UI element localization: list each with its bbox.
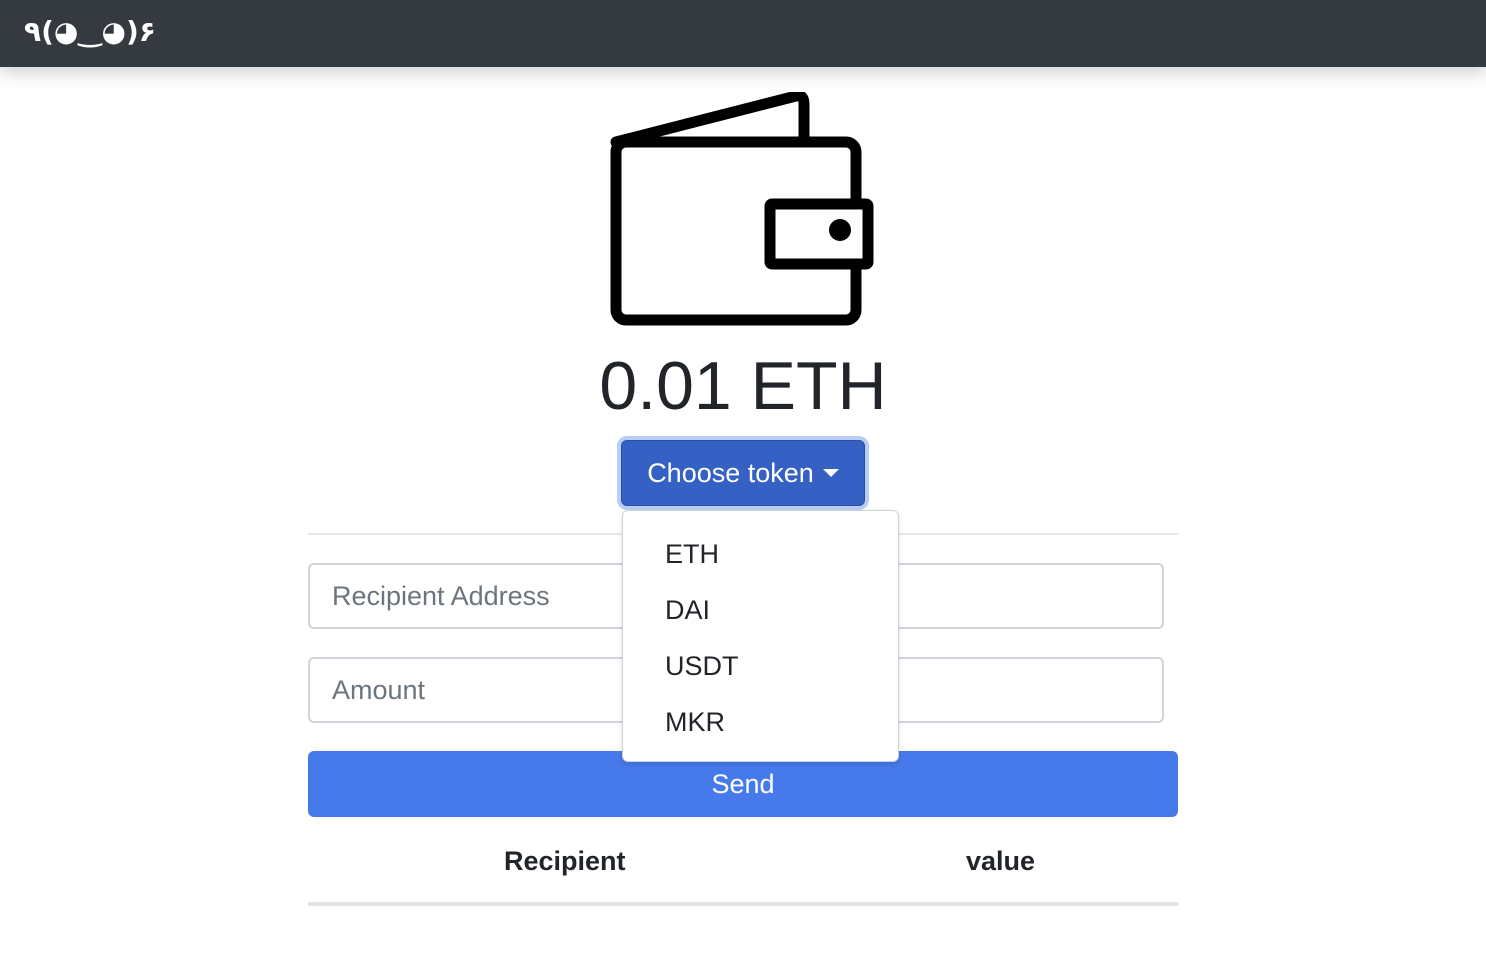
token-option-usdt[interactable]: USDT	[623, 638, 898, 694]
choose-token-button[interactable]: Choose token	[617, 436, 869, 510]
brand-logo[interactable]: ٩(◕‿◕)۶	[24, 14, 156, 50]
token-option-mkr[interactable]: MKR	[623, 694, 898, 750]
token-option-dai[interactable]: DAI	[623, 582, 898, 638]
top-navbar: ٩(◕‿◕)۶	[0, 0, 1486, 67]
column-header-value: value	[966, 846, 1036, 876]
column-header-recipient: Recipient	[504, 846, 626, 876]
choose-token-label: Choose token	[647, 458, 814, 488]
caret-down-icon	[822, 469, 839, 477]
transactions-table-header: Recipient value	[308, 822, 1178, 906]
wallet-icon	[610, 92, 874, 326]
wallet-balance: 0.01 ETH	[599, 348, 887, 424]
token-dropdown-menu: ETH DAI USDT MKR	[622, 510, 899, 762]
token-option-eth[interactable]: ETH	[623, 526, 898, 582]
